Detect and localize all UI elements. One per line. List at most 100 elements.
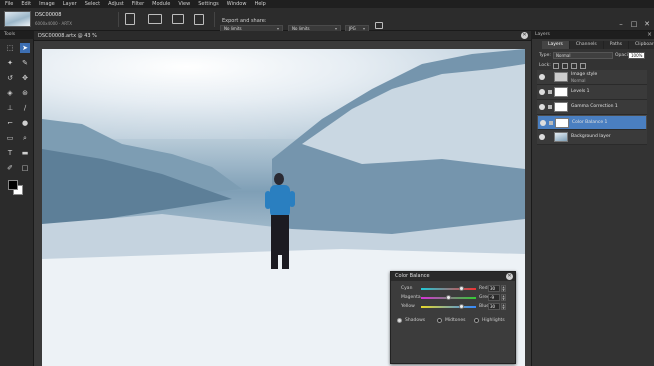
yellow-blue-value-input[interactable]: 30 bbox=[488, 303, 500, 310]
yellow-blue-spinner[interactable]: ▲ ▼ bbox=[501, 303, 506, 310]
menu-file[interactable]: File bbox=[5, 1, 13, 7]
layer-image-style[interactable]: Image style Normal bbox=[537, 70, 647, 85]
magenta-label: Magenta bbox=[401, 295, 421, 300]
highlights-radio[interactable] bbox=[474, 318, 479, 323]
lock-pixels-icon[interactable] bbox=[562, 63, 568, 69]
layer-color-balance[interactable]: Color Balance 1 bbox=[537, 115, 647, 130]
document-tab[interactable]: DSC00008.artx @ 43 % ✕ bbox=[34, 31, 531, 41]
cyan-red-knob[interactable] bbox=[458, 286, 464, 291]
document-title: DSC00008.artx @ 43 % bbox=[38, 33, 97, 39]
wand-tool-icon[interactable]: ✦ bbox=[5, 58, 15, 68]
visibility-eye-icon[interactable] bbox=[539, 104, 545, 110]
crop-screen-icon[interactable] bbox=[148, 14, 162, 24]
cyan-red-spinner[interactable]: ▲ ▼ bbox=[501, 285, 506, 292]
tools-title: Tools bbox=[4, 32, 16, 37]
close-icon[interactable]: ✕ bbox=[506, 273, 513, 280]
stamp-tool-icon[interactable]: ⊥ bbox=[5, 103, 15, 113]
yellow-label: Yellow bbox=[401, 304, 415, 309]
layers-title: Layers bbox=[535, 32, 550, 37]
close-icon[interactable]: ✕ bbox=[642, 20, 652, 28]
highlights-label: Highlights bbox=[482, 318, 505, 323]
layer-thumbnail bbox=[554, 102, 568, 112]
shape-tool-icon[interactable]: ✐ bbox=[5, 163, 15, 173]
lock-position-icon[interactable] bbox=[571, 63, 577, 69]
marquee-tool-icon[interactable]: ⬚ bbox=[5, 43, 15, 53]
menu-layer[interactable]: Layer bbox=[63, 1, 77, 7]
layer-name: Background layer bbox=[571, 134, 611, 139]
transform-tool-icon[interactable]: ✥ bbox=[20, 73, 30, 83]
menu-adjust[interactable]: Adjust bbox=[108, 1, 124, 7]
close-icon[interactable]: ✕ bbox=[521, 32, 528, 39]
opacity-input[interactable]: 100% bbox=[628, 52, 645, 59]
rectangle-tool-icon[interactable]: □ bbox=[20, 163, 30, 173]
visibility-eye-icon[interactable] bbox=[539, 74, 545, 80]
file-thumbnail[interactable] bbox=[4, 11, 31, 27]
tools-panel-header: Tools bbox=[0, 31, 34, 39]
dodge-tool-icon[interactable]: ● bbox=[20, 118, 30, 128]
layer-link-icon bbox=[548, 105, 552, 109]
close-icon[interactable]: × bbox=[647, 31, 652, 39]
tab-channels[interactable]: Channels bbox=[569, 41, 604, 49]
tab-paths[interactable]: Paths bbox=[603, 41, 629, 49]
menu-edit[interactable]: Edit bbox=[21, 1, 31, 7]
magenta-green-knob[interactable] bbox=[446, 295, 451, 300]
tab-clipboard[interactable]: Clipboard bbox=[628, 41, 654, 49]
lock-transparency-icon[interactable] bbox=[553, 63, 559, 69]
yellow-blue-knob[interactable] bbox=[458, 304, 464, 309]
layer-name: Color Balance 1 bbox=[572, 120, 608, 125]
menu-help[interactable]: Help bbox=[254, 1, 265, 7]
brush-tool-icon[interactable]: ✎ bbox=[20, 58, 30, 68]
eraser-tool-icon[interactable]: ◈ bbox=[5, 88, 15, 98]
layer-background[interactable]: Background layer bbox=[537, 130, 647, 145]
menu-select[interactable]: Select bbox=[85, 1, 100, 7]
layer-gamma-correction[interactable]: Gamma Correction 1 bbox=[537, 100, 647, 115]
blend-mode-value: Normal bbox=[556, 53, 571, 58]
shadows-label: Shadows bbox=[405, 318, 426, 323]
move-tool-icon[interactable]: ➤ bbox=[20, 43, 30, 53]
menu-filter[interactable]: Filter bbox=[132, 1, 144, 7]
gradient-tool-icon[interactable]: ▬ bbox=[20, 148, 30, 158]
menu-module[interactable]: Module bbox=[152, 1, 170, 7]
visibility-eye-icon[interactable] bbox=[540, 120, 546, 126]
eyedropper-tool-icon[interactable]: ⌐ bbox=[5, 118, 15, 128]
cyan-red-value-input[interactable]: 30 bbox=[488, 285, 500, 292]
visibility-eye-icon[interactable] bbox=[539, 89, 545, 95]
menu-window[interactable]: Window bbox=[227, 1, 247, 7]
selection-brush-icon[interactable]: ▭ bbox=[5, 133, 15, 143]
midtones-label: Midtones bbox=[445, 318, 466, 323]
text-tool-icon[interactable]: T bbox=[5, 148, 15, 158]
export-save-icon[interactable] bbox=[375, 22, 383, 29]
midtones-radio[interactable] bbox=[437, 318, 442, 323]
color-balance-header: Color Balance ✕ bbox=[391, 272, 515, 281]
layer-name: Gamma Correction 1 bbox=[571, 104, 618, 109]
page-icon[interactable] bbox=[125, 13, 135, 25]
layer-thumbnail bbox=[554, 72, 568, 82]
magenta-green-spinner[interactable]: ▲ ▼ bbox=[501, 294, 506, 301]
minimize-icon[interactable]: – bbox=[616, 20, 626, 28]
yellow-blue-slider[interactable] bbox=[421, 306, 476, 308]
clone-tool-icon[interactable]: ⊛ bbox=[20, 88, 30, 98]
foreground-color-swatch[interactable] bbox=[8, 180, 18, 190]
shadows-radio[interactable] bbox=[397, 318, 402, 323]
lasso-tool-icon[interactable]: ↺ bbox=[5, 73, 15, 83]
layer-thumbnail bbox=[555, 118, 569, 128]
share-icon[interactable] bbox=[194, 14, 204, 25]
zoom-tool-icon[interactable]: ⌕ bbox=[20, 133, 30, 143]
menu-settings[interactable]: Settings bbox=[198, 1, 219, 7]
visibility-eye-icon[interactable] bbox=[539, 134, 545, 140]
red-label: Red bbox=[479, 286, 488, 291]
cyan-red-slider[interactable] bbox=[421, 288, 476, 290]
magenta-green-value-input[interactable]: -9 bbox=[488, 294, 500, 301]
file-name: DSC00008 bbox=[35, 12, 62, 18]
pencil-tool-icon[interactable]: ∕ bbox=[20, 103, 30, 113]
tab-layers[interactable]: Layers bbox=[542, 41, 570, 49]
lock-all-icon[interactable] bbox=[580, 63, 586, 69]
lock-label: Lock: bbox=[539, 63, 551, 68]
layer-levels[interactable]: Levels 1 bbox=[537, 85, 647, 100]
print-icon[interactable] bbox=[172, 14, 184, 24]
menu-view[interactable]: View bbox=[178, 1, 190, 7]
maximize-icon[interactable]: □ bbox=[629, 20, 639, 28]
layer-name: Image style bbox=[571, 72, 598, 77]
blend-mode-select[interactable]: Normal bbox=[553, 52, 613, 59]
menu-image[interactable]: Image bbox=[39, 1, 55, 7]
